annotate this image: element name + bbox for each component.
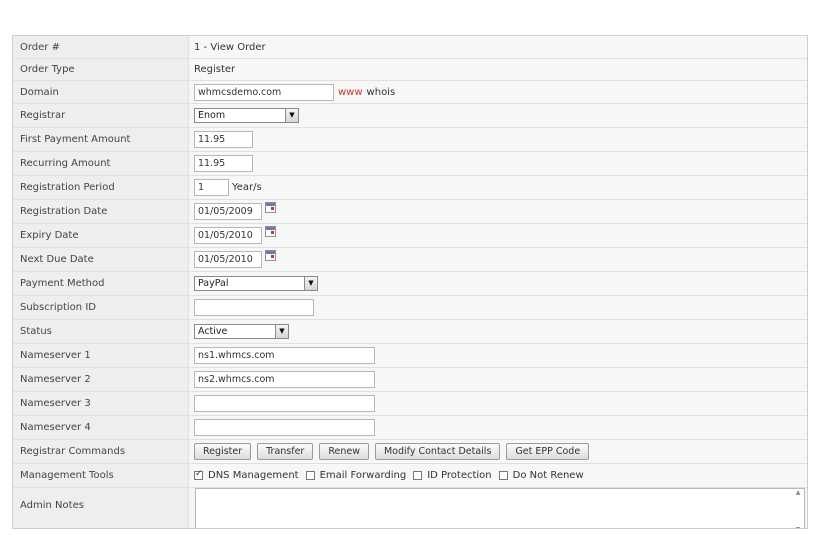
- admin-notes-label: Admin Notes: [13, 488, 189, 528]
- row-admin-notes: Admin Notes ▲ ▼: [13, 488, 807, 528]
- row-recurring-amount: Recurring Amount: [13, 152, 807, 176]
- row-payment-method: Payment Method PayPal ▼: [13, 272, 807, 296]
- expiry-date-label: Expiry Date: [13, 224, 189, 247]
- nameserver-2-label: Nameserver 2: [13, 368, 189, 391]
- management-tools-label: Management Tools: [13, 464, 189, 487]
- row-registrar-commands: Registrar Commands Register Transfer Ren…: [13, 440, 807, 464]
- recurring-amount-input[interactable]: [194, 155, 253, 172]
- dns-management-checkbox[interactable]: [194, 469, 203, 480]
- row-next-due-date: Next Due Date: [13, 248, 807, 272]
- dns-management-label: DNS Management: [208, 470, 299, 481]
- chevron-down-icon: ▼: [304, 277, 317, 290]
- calendar-icon[interactable]: [265, 250, 276, 261]
- registration-period-unit: Year/s: [232, 182, 262, 193]
- nameserver-4-input[interactable]: [194, 419, 375, 436]
- status-label: Status: [13, 320, 189, 343]
- calendar-icon[interactable]: [265, 226, 276, 237]
- registrar-select-value: Enom: [198, 110, 226, 121]
- row-nameserver-1: Nameserver 1: [13, 344, 807, 368]
- get-epp-code-button[interactable]: Get EPP Code: [506, 443, 590, 460]
- whois-link[interactable]: whois: [367, 87, 396, 98]
- chevron-down-icon: ▼: [285, 109, 298, 122]
- admin-notes-scrollbar[interactable]: ▲ ▼: [793, 489, 803, 528]
- expiry-date-input[interactable]: [194, 227, 262, 244]
- registrar-label: Registrar: [13, 104, 189, 127]
- subscription-id-label: Subscription ID: [13, 296, 189, 319]
- row-registrar: Registrar Enom ▼: [13, 104, 807, 128]
- www-link[interactable]: www: [338, 87, 363, 98]
- row-subscription-id: Subscription ID: [13, 296, 807, 320]
- order-number-label: Order #: [13, 36, 189, 58]
- chevron-down-icon: ▼: [275, 325, 288, 338]
- row-domain: Domain www whois: [13, 81, 807, 104]
- status-select[interactable]: Active ▼: [194, 324, 289, 339]
- first-payment-input[interactable]: [194, 131, 253, 148]
- registration-period-input[interactable]: [194, 179, 229, 196]
- row-registration-period: Registration Period Year/s: [13, 176, 807, 200]
- row-nameserver-2: Nameserver 2: [13, 368, 807, 392]
- transfer-button[interactable]: Transfer: [257, 443, 314, 460]
- calendar-icon[interactable]: [265, 202, 276, 213]
- register-button[interactable]: Register: [194, 443, 252, 460]
- order-type-label: Order Type: [13, 59, 189, 80]
- nameserver-4-label: Nameserver 4: [13, 416, 189, 439]
- admin-notes-textarea[interactable]: [195, 488, 805, 528]
- registration-date-input[interactable]: [194, 203, 262, 220]
- row-management-tools: Management Tools DNS Management Email Fo…: [13, 464, 807, 488]
- nameserver-3-input[interactable]: [194, 395, 375, 412]
- next-due-date-label: Next Due Date: [13, 248, 189, 271]
- domain-input[interactable]: [194, 83, 334, 101]
- nameserver-1-label: Nameserver 1: [13, 344, 189, 367]
- subscription-id-input[interactable]: [194, 299, 314, 316]
- registration-date-label: Registration Date: [13, 200, 189, 223]
- order-details-form: Order # 1 - View Order Order Type Regist…: [12, 35, 808, 529]
- id-protection-label: ID Protection: [427, 470, 492, 481]
- do-not-renew-label: Do Not Renew: [512, 470, 584, 481]
- row-first-payment: First Payment Amount: [13, 128, 807, 152]
- order-number-value: 1 - View Order: [194, 41, 266, 53]
- payment-method-select-value: PayPal: [198, 278, 229, 289]
- id-protection-checkbox[interactable]: [413, 471, 423, 480]
- row-nameserver-3: Nameserver 3: [13, 392, 807, 416]
- payment-method-label: Payment Method: [13, 272, 189, 295]
- next-due-date-input[interactable]: [194, 251, 262, 268]
- email-forwarding-label: Email Forwarding: [319, 470, 407, 481]
- row-registration-date: Registration Date: [13, 200, 807, 224]
- recurring-amount-label: Recurring Amount: [13, 152, 189, 175]
- status-select-value: Active: [198, 326, 228, 337]
- email-forwarding-checkbox[interactable]: [305, 471, 315, 480]
- registration-period-label: Registration Period: [13, 176, 189, 199]
- do-not-renew-checkbox[interactable]: [498, 471, 508, 480]
- order-type-value: Register: [194, 64, 236, 75]
- registrar-select[interactable]: Enom ▼: [194, 108, 299, 123]
- domain-label: Domain: [13, 81, 189, 103]
- row-nameserver-4: Nameserver 4: [13, 416, 807, 440]
- payment-method-select[interactable]: PayPal ▼: [194, 276, 318, 291]
- nameserver-3-label: Nameserver 3: [13, 392, 189, 415]
- nameserver-2-input[interactable]: [194, 371, 375, 388]
- row-order-type: Order Type Register: [13, 59, 807, 81]
- scroll-down-icon[interactable]: ▼: [796, 526, 801, 528]
- row-expiry-date: Expiry Date: [13, 224, 807, 248]
- row-status: Status Active ▼: [13, 320, 807, 344]
- modify-contact-details-button[interactable]: Modify Contact Details: [374, 443, 501, 460]
- renew-button[interactable]: Renew: [319, 443, 369, 460]
- scroll-up-icon[interactable]: ▲: [796, 489, 801, 496]
- nameserver-1-input[interactable]: [194, 347, 375, 364]
- first-payment-label: First Payment Amount: [13, 128, 189, 151]
- row-order-number: Order # 1 - View Order: [13, 36, 807, 59]
- registrar-commands-label: Registrar Commands: [13, 440, 189, 463]
